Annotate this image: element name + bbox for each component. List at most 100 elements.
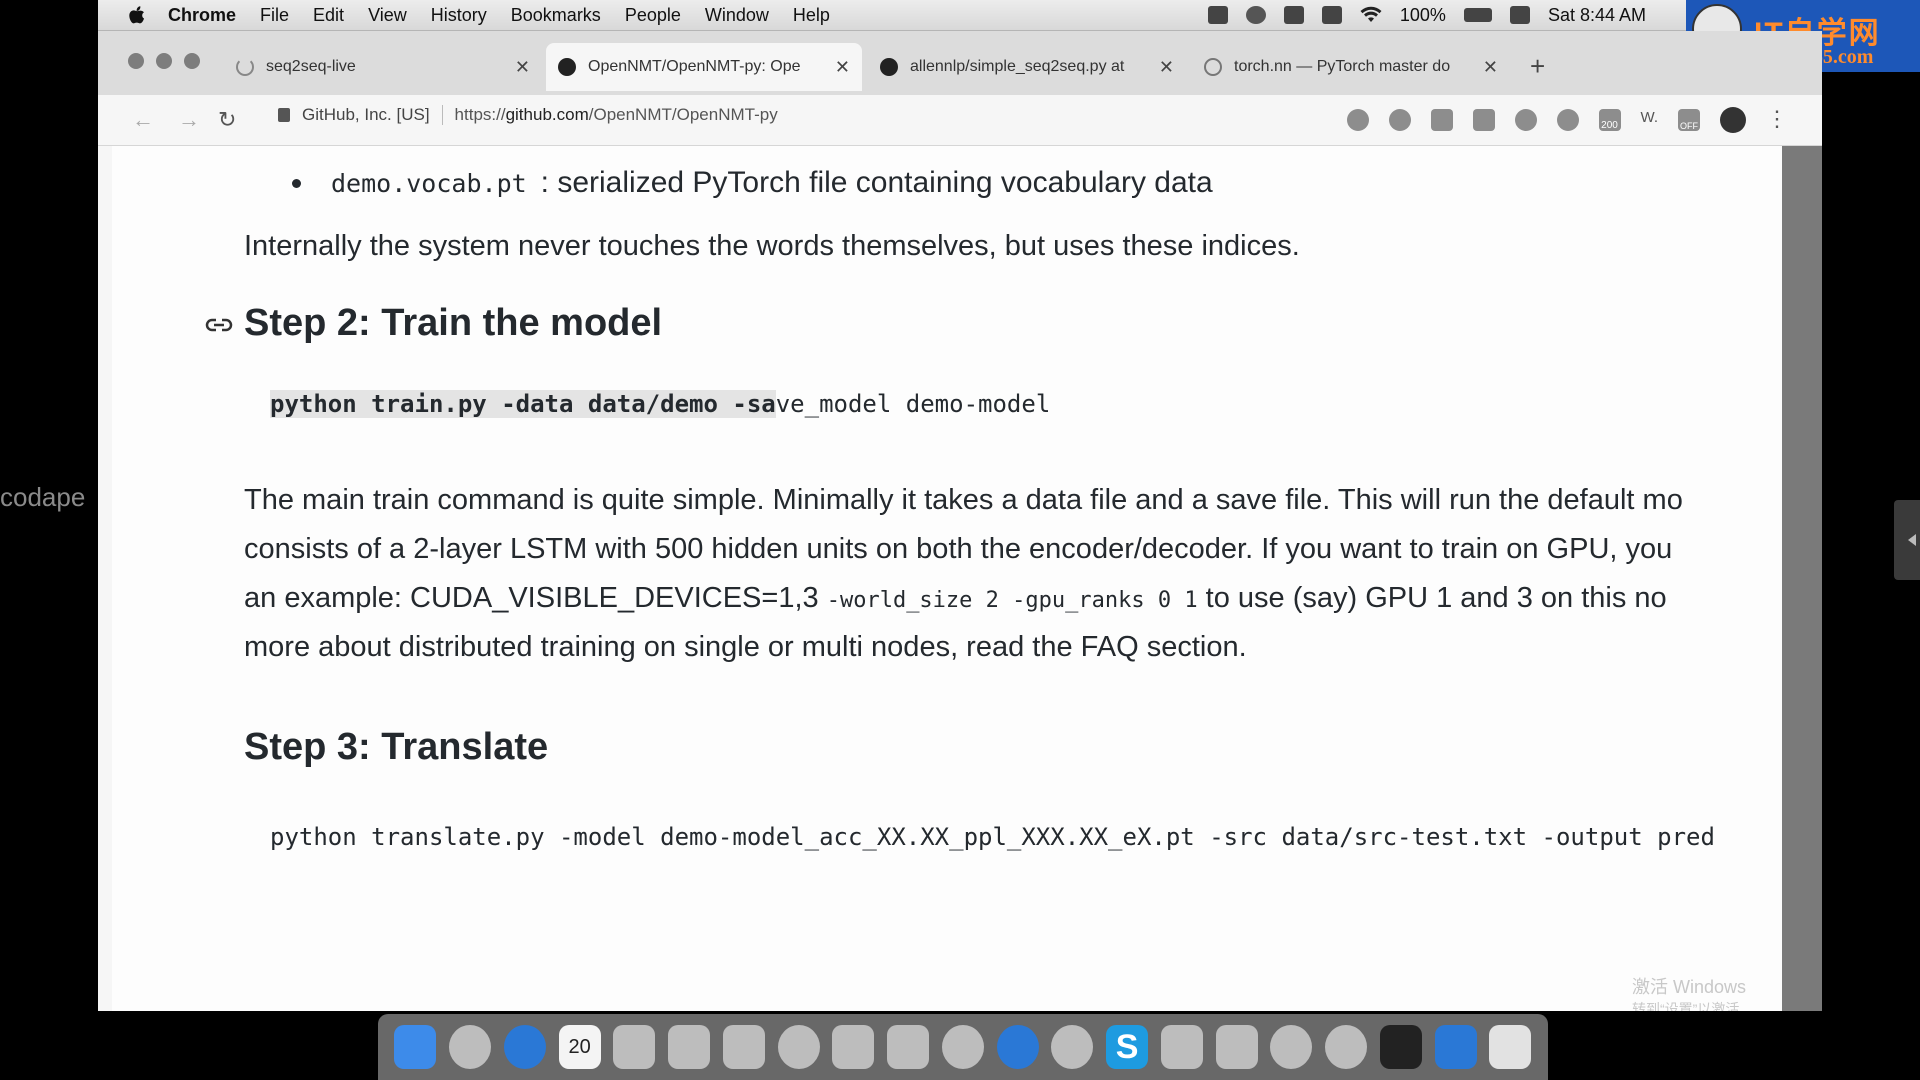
photos-icon[interactable]	[777, 1025, 820, 1069]
cloud-icon[interactable]	[1245, 6, 1266, 24]
extension-shield-icon[interactable]	[1472, 109, 1495, 131]
menu-window[interactable]: Window	[705, 5, 769, 26]
mac-menubar: Chrome File Edit View History Bookmarks …	[98, 0, 1686, 31]
loading-spinner-icon	[236, 58, 254, 76]
url-scheme: https://	[454, 105, 506, 124]
finder-icon[interactable]	[394, 1025, 437, 1069]
tab-label: allennlp/simple_seq2seq.py at	[910, 58, 1125, 75]
wifi-icon[interactable]	[1360, 6, 1382, 24]
more-menu-icon[interactable]: ⋮	[1766, 108, 1788, 131]
menubar-clock[interactable]: Sat 8:44 AM	[1548, 5, 1646, 26]
system-preferences-icon[interactable]	[1051, 1025, 1094, 1069]
trash-icon[interactable]	[1489, 1025, 1532, 1069]
ibooks-icon[interactable]	[941, 1025, 984, 1069]
github-icon	[880, 58, 898, 76]
preview-icon[interactable]	[722, 1025, 765, 1069]
close-tab-icon[interactable]: ✕	[515, 57, 530, 78]
zoom-window-button[interactable]	[184, 53, 200, 69]
minimize-window-button[interactable]	[156, 53, 172, 69]
profile-avatar[interactable]	[1720, 107, 1746, 133]
side-panel-toggle[interactable]	[1894, 500, 1920, 580]
anchor-link-icon[interactable]	[204, 314, 234, 336]
lock-icon	[278, 108, 290, 122]
pen-tool-icon[interactable]	[1215, 1025, 1258, 1069]
inline-code: demo.vocab.pt	[331, 168, 527, 198]
extension-badge-icon[interactable]: 200	[1598, 109, 1621, 131]
github-icon	[558, 58, 576, 76]
paragraph-text: an example: CUDA_VISIBLE_DEVICES=1,3	[244, 582, 819, 614]
address-divider	[441, 105, 443, 125]
readme-content: demo.vocab.pt : serialized PyTorch file …	[112, 146, 1782, 1011]
app-store-icon[interactable]	[996, 1025, 1039, 1069]
bookmark-star-icon[interactable]	[1388, 109, 1411, 131]
tab-opennmt[interactable]: OpenNMT/OpenNMT-py: Ope ✕	[546, 43, 862, 91]
menu-view[interactable]: View	[368, 5, 407, 26]
menu-extra-icon-2[interactable]	[1321, 6, 1342, 24]
new-tab-button[interactable]: +	[1530, 51, 1545, 82]
reload-icon[interactable]: ↻	[218, 107, 236, 133]
paragraph-text: to use (say) GPU 1 and 3 on this no	[1205, 582, 1667, 614]
forward-arrow-icon[interactable]: →	[178, 107, 200, 133]
extension-globe-icon[interactable]	[1556, 109, 1579, 131]
tool-icon[interactable]	[1160, 1025, 1203, 1069]
back-arrow-icon[interactable]: ←	[132, 107, 154, 133]
terminal-icon[interactable]	[1379, 1025, 1422, 1069]
chrome-window: seq2seq-live ✕ OpenNMT/OpenNMT-py: Ope ✕…	[98, 31, 1822, 1011]
extension-moon-icon[interactable]	[1514, 109, 1537, 131]
address-bar[interactable]: GitHub, Inc. [US] https://github.com/Ope…	[278, 105, 778, 125]
network-icon[interactable]	[1325, 1025, 1368, 1069]
tab-pytorch-docs[interactable]: torch.nn — PyTorch master do ✕	[1192, 43, 1510, 91]
reminders-icon[interactable]	[668, 1025, 711, 1069]
tab-strip: seq2seq-live ✕ OpenNMT/OpenNMT-py: Ope ✕…	[98, 31, 1822, 95]
close-tab-icon[interactable]: ✕	[1483, 57, 1498, 78]
close-tab-icon[interactable]: ✕	[1159, 57, 1174, 78]
menu-chrome[interactable]: Chrome	[168, 5, 236, 26]
textedit-icon[interactable]	[887, 1025, 930, 1069]
paragraph-line: an example: CUDA_VISIBLE_DEVICES=1,3 -wo…	[244, 574, 1667, 625]
input-source-icon[interactable]	[1509, 6, 1530, 24]
url-text[interactable]: https://github.com/OpenNMT/OpenNMT-py	[455, 105, 778, 125]
contacts-icon[interactable]	[832, 1025, 875, 1069]
menu-people[interactable]: People	[625, 5, 681, 26]
skype-icon[interactable]: S	[1106, 1025, 1149, 1069]
menu-edit[interactable]: Edit	[313, 5, 344, 26]
paragraph-line: consists of a 2-layer LSTM with 500 hidd…	[244, 533, 1673, 565]
toolbar-icons: 200 W. OFF ⋮	[1346, 107, 1823, 133]
close-window-button[interactable]	[128, 53, 144, 69]
menu-file[interactable]: File	[260, 5, 289, 26]
extension-w-icon[interactable]: W.	[1641, 109, 1659, 131]
heading-step-3: Step 3: Translate	[244, 726, 549, 768]
browser-toolbar: ← → ↻ GitHub, Inc. [US] https://github.c…	[98, 95, 1822, 146]
tab-allennlp[interactable]: allennlp/simple_seq2seq.py at ✕	[868, 43, 1186, 91]
menu-bookmarks[interactable]: Bookmarks	[511, 5, 601, 26]
screen-record-icon[interactable]	[1207, 6, 1228, 24]
extension-off-icon[interactable]: OFF	[1678, 109, 1700, 131]
menu-history[interactable]: History	[431, 5, 487, 26]
chrome-app-icon[interactable]	[1434, 1025, 1477, 1069]
list-item-text: : serialized PyTorch file containing voc…	[540, 166, 1213, 199]
opera-icon[interactable]	[1270, 1025, 1313, 1069]
selected-code: python train.py -data data/demo -sa	[270, 390, 776, 418]
apple-icon[interactable]	[126, 4, 148, 26]
tab-label: OpenNMT/OpenNMT-py: Ope	[588, 58, 801, 75]
background-edge-text: codape	[0, 482, 86, 512]
code-text: ve_model demo-model	[775, 390, 1051, 418]
close-tab-icon[interactable]: ✕	[835, 57, 850, 78]
site-identity[interactable]: GitHub, Inc. [US]	[302, 105, 430, 125]
zoom-icon[interactable]	[1346, 109, 1369, 131]
vertical-scrollbar[interactable]	[1782, 146, 1822, 1011]
url-host: github.com	[505, 105, 589, 124]
tab-seq2seq-live[interactable]: seq2seq-live ✕	[224, 43, 542, 91]
heading-step-2: Step 2: Train the model	[244, 302, 663, 344]
menu-help[interactable]: Help	[793, 5, 830, 26]
battery-icon[interactable]	[1463, 8, 1492, 22]
inline-code: -world_size 2 -gpu_ranks 0 1	[826, 588, 1198, 613]
calendar-icon[interactable]: 20	[558, 1025, 601, 1069]
launchpad-icon[interactable]	[449, 1025, 492, 1069]
safari-icon[interactable]	[503, 1025, 546, 1069]
menu-extra-icon[interactable]	[1283, 6, 1304, 24]
notes-icon[interactable]	[613, 1025, 656, 1069]
extension-icon-1[interactable]	[1430, 109, 1453, 131]
pytorch-favicon-icon	[1204, 58, 1222, 76]
paragraph-line: more about distributed training on singl…	[244, 631, 1247, 663]
